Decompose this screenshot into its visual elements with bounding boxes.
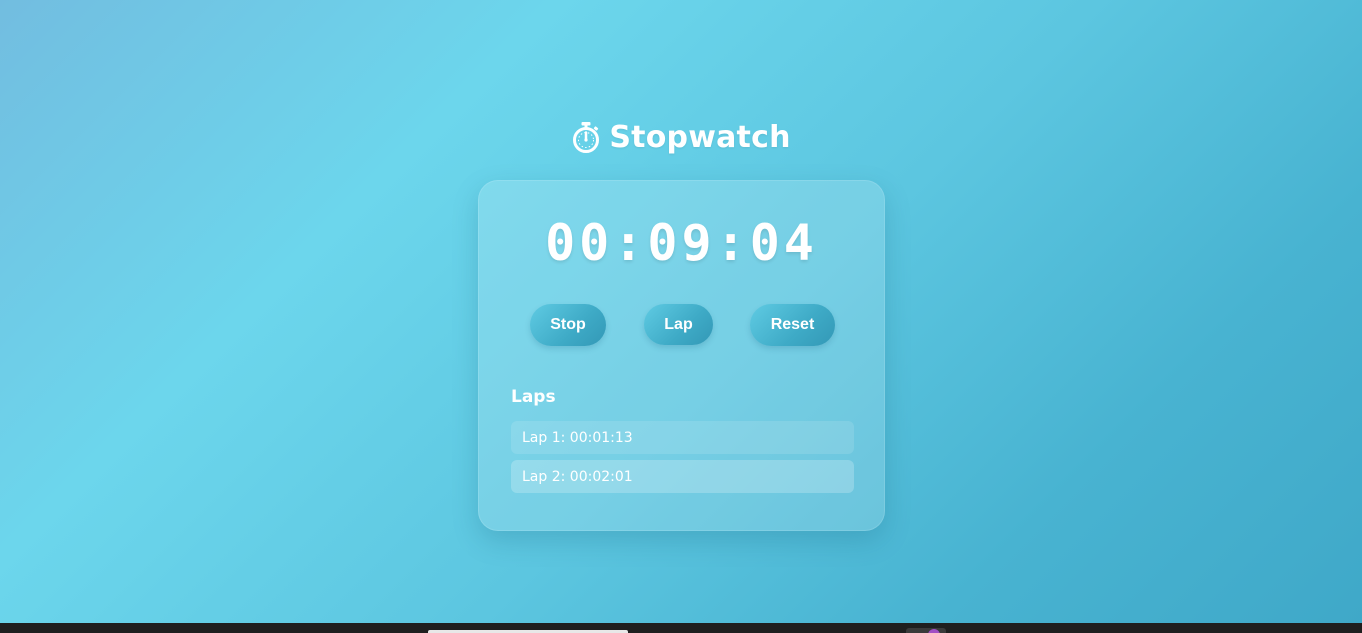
stopwatch-icon <box>571 121 601 153</box>
app-title: Stopwatch <box>609 119 791 155</box>
reset-button[interactable]: Reset <box>750 304 835 346</box>
lap-button[interactable]: Lap <box>644 304 713 345</box>
taskbar-app-button[interactable] <box>906 628 946 633</box>
lap-item: Lap 1: 00:01:13 <box>511 421 854 454</box>
stopwatch-card: 00:09:04 Stop Lap Reset Laps Lap 1: 00:0… <box>478 180 885 531</box>
timer-display: 00:09:04 <box>545 214 818 272</box>
app-header: Stopwatch <box>0 113 1362 161</box>
taskbar <box>0 623 1362 633</box>
lap-list: Lap 1: 00:01:13 Lap 2: 00:02:01 <box>511 421 854 499</box>
stop-button[interactable]: Stop <box>530 304 606 346</box>
lap-item: Lap 2: 00:02:01 <box>511 460 854 493</box>
laps-heading: Laps <box>511 387 556 407</box>
